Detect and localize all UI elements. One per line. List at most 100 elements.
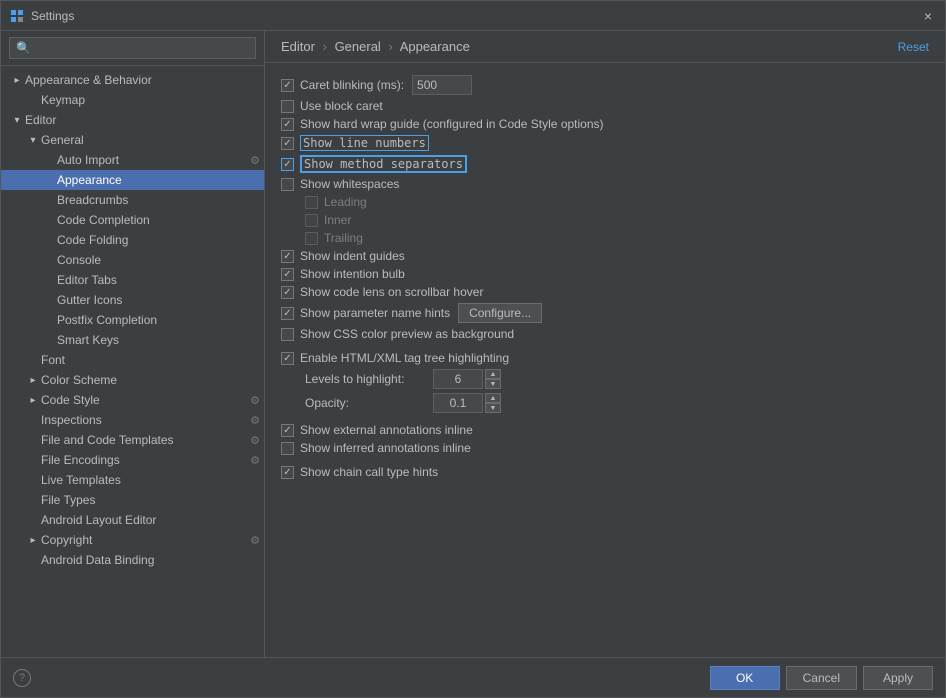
checkbox-wrap: Leading (305, 195, 367, 209)
sidebar-item-live-templates[interactable]: Live Templates (1, 470, 264, 490)
sidebar-item-file-code-templates[interactable]: File and Code Templates ⚙ (1, 430, 264, 450)
sidebar-item-code-folding[interactable]: Code Folding (1, 230, 264, 250)
caret-blinking-input[interactable] (412, 75, 472, 95)
search-input[interactable] (9, 37, 256, 59)
sidebar-item-label: Inspections (41, 413, 102, 427)
inferred-annotations-checkbox[interactable] (281, 442, 294, 455)
sidebar-item-appearance-behavior[interactable]: ▸ Appearance & Behavior (1, 70, 264, 90)
sidebar-item-label: Appearance (57, 173, 122, 187)
html-xml-checkbox[interactable] (281, 352, 294, 365)
trailing-label: Trailing (324, 231, 363, 245)
sidebar-item-general[interactable]: ▾ General (1, 130, 264, 150)
help-button[interactable]: ? (13, 669, 31, 687)
window-title: Settings (31, 9, 919, 23)
sidebar-item-label: File Types (41, 493, 95, 507)
opacity-spinner-buttons: ▲ ▼ (485, 393, 501, 413)
inner-label: Inner (324, 213, 351, 227)
hard-wrap-checkbox[interactable] (281, 118, 294, 131)
app-icon (9, 8, 25, 24)
setting-opacity: Opacity: ▲ ▼ (305, 393, 929, 413)
sidebar-item-file-encodings[interactable]: File Encodings ⚙ (1, 450, 264, 470)
sidebar-item-editor[interactable]: ▾ Editor (1, 110, 264, 130)
reset-link[interactable]: Reset (898, 40, 929, 54)
ok-button[interactable]: OK (710, 666, 780, 690)
method-separators-checkbox[interactable] (281, 158, 294, 171)
sidebar-item-auto-import[interactable]: Auto Import ⚙ (1, 150, 264, 170)
opacity-down-button[interactable]: ▼ (485, 403, 501, 413)
levels-up-button[interactable]: ▲ (485, 369, 501, 379)
sidebar-item-label: Appearance & Behavior (25, 73, 152, 87)
sidebar-item-font[interactable]: Font (1, 350, 264, 370)
sidebar-item-console[interactable]: Console (1, 250, 264, 270)
whitespaces-checkbox[interactable] (281, 178, 294, 191)
sidebar-item-file-types[interactable]: File Types (1, 490, 264, 510)
arrow-icon: ▾ (9, 112, 25, 128)
sidebar-item-smart-keys[interactable]: Smart Keys (1, 330, 264, 350)
sidebar-item-label: Keymap (41, 93, 85, 107)
leading-checkbox[interactable] (305, 196, 318, 209)
indent-guides-checkbox[interactable] (281, 250, 294, 263)
chain-call-checkbox[interactable] (281, 466, 294, 479)
param-hints-label: Show parameter name hints (300, 306, 450, 320)
caret-blinking-checkbox[interactable] (281, 79, 294, 92)
opacity-input[interactable] (433, 393, 483, 413)
param-hints-checkbox[interactable] (281, 307, 294, 320)
main-panel: Editor › General › Appearance Reset Care… (265, 31, 945, 657)
spacer (25, 452, 41, 468)
intention-bulb-checkbox[interactable] (281, 268, 294, 281)
sidebar-item-code-style[interactable]: ▸ Code Style ⚙ (1, 390, 264, 410)
setting-leading: Leading (305, 195, 929, 209)
checkbox-wrap: Show external annotations inline (281, 423, 473, 437)
breadcrumb-sep-2: › (388, 39, 392, 54)
trailing-checkbox[interactable] (305, 232, 318, 245)
breadcrumb-sep-1: › (323, 39, 327, 54)
block-caret-checkbox[interactable] (281, 100, 294, 113)
main-content: ▸ Appearance & Behavior Keymap ▾ Editor … (1, 31, 945, 657)
checkbox-wrap: Show method separators (281, 155, 467, 173)
caret-blinking-label: Caret blinking (ms): (300, 78, 404, 92)
inner-checkbox[interactable] (305, 214, 318, 227)
sidebar-item-android-data-binding[interactable]: Android Data Binding (1, 550, 264, 570)
levels-down-button[interactable]: ▼ (485, 379, 501, 389)
external-annotations-label: Show external annotations inline (300, 423, 473, 437)
arrow-icon: ▾ (25, 132, 41, 148)
cancel-button[interactable]: Cancel (786, 666, 857, 690)
sidebar-item-inspections[interactable]: Inspections ⚙ (1, 410, 264, 430)
setting-inferred-annotations: Show inferred annotations inline (281, 441, 929, 455)
css-color-checkbox[interactable] (281, 328, 294, 341)
opacity-label: Opacity: (305, 396, 425, 410)
checkbox-wrap: Show whitespaces (281, 177, 399, 191)
setting-trailing: Trailing (305, 231, 929, 245)
code-lens-checkbox[interactable] (281, 286, 294, 299)
sidebar-item-appearance[interactable]: Appearance (1, 170, 264, 190)
external-annotations-checkbox[interactable] (281, 424, 294, 437)
spacer (41, 152, 57, 168)
bottom-bar: ? OK Cancel Apply (1, 657, 945, 697)
sidebar-item-keymap[interactable]: Keymap (1, 90, 264, 110)
configure-button[interactable]: Configure... (458, 303, 542, 323)
gear-icon: ⚙ (250, 454, 260, 467)
opacity-up-button[interactable]: ▲ (485, 393, 501, 403)
sidebar-item-postfix-completion[interactable]: Postfix Completion (1, 310, 264, 330)
close-button[interactable]: × (919, 7, 937, 25)
spacer (41, 192, 57, 208)
indent-guides-label: Show indent guides (300, 249, 405, 263)
search-box (1, 31, 264, 66)
levels-spinner: ▲ ▼ (433, 369, 501, 389)
sidebar-item-label: General (41, 133, 84, 147)
sidebar-item-color-scheme[interactable]: ▸ Color Scheme (1, 370, 264, 390)
spacer (41, 312, 57, 328)
sidebar-item-gutter-icons[interactable]: Gutter Icons (1, 290, 264, 310)
checkbox-wrap: Show hard wrap guide (configured in Code… (281, 117, 604, 131)
sidebar-item-copyright[interactable]: ▸ Copyright ⚙ (1, 530, 264, 550)
sidebar-item-breadcrumbs[interactable]: Breadcrumbs (1, 190, 264, 210)
sidebar-item-label: Editor (25, 113, 56, 127)
sidebar-item-editor-tabs[interactable]: Editor Tabs (1, 270, 264, 290)
levels-input[interactable] (433, 369, 483, 389)
apply-button[interactable]: Apply (863, 666, 933, 690)
sidebar-item-android-layout-editor[interactable]: Android Layout Editor (1, 510, 264, 530)
line-numbers-checkbox[interactable] (281, 137, 294, 150)
sidebar-item-code-completion[interactable]: Code Completion (1, 210, 264, 230)
setting-param-hints: Show parameter name hints Configure... (281, 303, 929, 323)
spacer (25, 472, 41, 488)
